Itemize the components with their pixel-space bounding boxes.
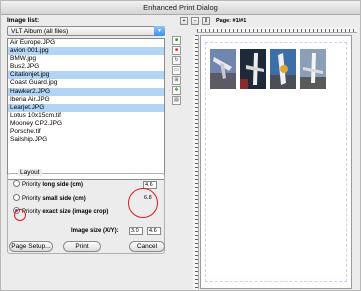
radio-prefix: Priority xyxy=(22,182,41,188)
window-title: Enhanced Print Dialog xyxy=(1,1,360,15)
print-dialog-window: Enhanced Print Dialog Image list: VLT Al… xyxy=(0,0,361,291)
move-icon[interactable]: ✥ xyxy=(172,86,181,95)
page-stepper[interactable]: ⇕ xyxy=(202,17,210,25)
thumbnail-learjet[interactable] xyxy=(300,49,326,89)
rotate-icon[interactable]: ↻ xyxy=(172,56,181,65)
add-icon[interactable]: ■ xyxy=(172,36,181,45)
layout-legend: Layout xyxy=(18,169,42,176)
file-list[interactable]: Air Europe.JPG avion 001.jpg BMW.jpg Bus… xyxy=(7,38,165,180)
preview-panel: + − ⇕ Page: #1/#1 ■ ■ ↻ ▭ ⊞ ✥ ▤ xyxy=(172,17,358,289)
image-list-label: Image list: xyxy=(7,17,40,24)
left-panel: Image list: VLT Album (all files) ▼ Air … xyxy=(5,17,175,287)
list-item[interactable]: Learjet.JPG xyxy=(8,103,164,112)
grid-icon[interactable]: ▤ xyxy=(172,96,181,105)
list-item[interactable]: Citationjet.jpg xyxy=(8,71,164,80)
vertical-ruler xyxy=(193,35,199,289)
list-item[interactable]: Mooney CP2.JPG xyxy=(8,120,164,128)
image-size-y-field[interactable]: 4.6 xyxy=(147,227,161,235)
print-page-preview xyxy=(200,35,352,289)
list-item[interactable]: Air Europe.JPG xyxy=(8,39,164,47)
arrange-icon[interactable]: ⊞ xyxy=(172,76,181,85)
print-button[interactable]: Print xyxy=(63,241,101,252)
album-dropdown[interactable]: VLT Album (all files) ▼ xyxy=(7,26,165,36)
album-dropdown-value: VLT Album (all files) xyxy=(11,28,69,35)
fit-icon[interactable]: ▭ xyxy=(172,66,181,75)
thumbnail-citationjet[interactable] xyxy=(240,49,266,89)
radio-button[interactable] xyxy=(13,180,20,187)
remove-page-button[interactable]: − xyxy=(191,17,199,25)
list-item[interactable]: Porsche.tif xyxy=(8,128,164,136)
page-indicator: Page: #1/#1 xyxy=(216,18,247,24)
add-page-button[interactable]: + xyxy=(180,17,188,25)
thumbnail-avion[interactable] xyxy=(210,49,236,89)
annotation-circle xyxy=(128,188,158,218)
delete-icon[interactable]: ■ xyxy=(172,46,181,55)
radio-label: exact size (image crop) xyxy=(42,209,109,215)
annotation-circle xyxy=(14,209,26,221)
radio-button[interactable] xyxy=(13,194,20,201)
list-item[interactable]: Bus2.JPG xyxy=(8,63,164,71)
list-item[interactable]: Sailship.JPG xyxy=(8,136,164,144)
preview-toolbar: ■ ■ ↻ ▭ ⊞ ✥ ▤ xyxy=(172,36,183,106)
list-item[interactable]: Lotus 10x15cm.tif xyxy=(8,112,164,120)
image-size-x-field[interactable]: 3.0 xyxy=(129,227,143,235)
list-item[interactable]: Hawker2.JPG xyxy=(8,87,164,96)
thumbnail-hawker[interactable] xyxy=(270,49,296,89)
page-setup-button[interactable]: Page Setup... xyxy=(9,241,53,252)
cancel-button[interactable]: Cancel xyxy=(129,241,165,252)
printable-area xyxy=(205,42,347,282)
radio-label: small side (cm) xyxy=(42,196,86,202)
horizontal-ruler xyxy=(197,27,357,33)
list-item[interactable]: avion 001.jpg xyxy=(8,47,164,56)
list-item[interactable]: Iberia Air.JPG xyxy=(8,96,164,104)
list-item[interactable]: BMW.jpg xyxy=(8,55,164,63)
radio-prefix: Priority xyxy=(22,196,41,202)
image-size-label: Image size (X/Y): xyxy=(71,228,119,234)
list-item[interactable]: Coast Guard.jpg xyxy=(8,79,164,87)
radio-label: long side (cm) xyxy=(42,182,84,188)
chevron-down-icon[interactable]: ▼ xyxy=(154,26,165,36)
